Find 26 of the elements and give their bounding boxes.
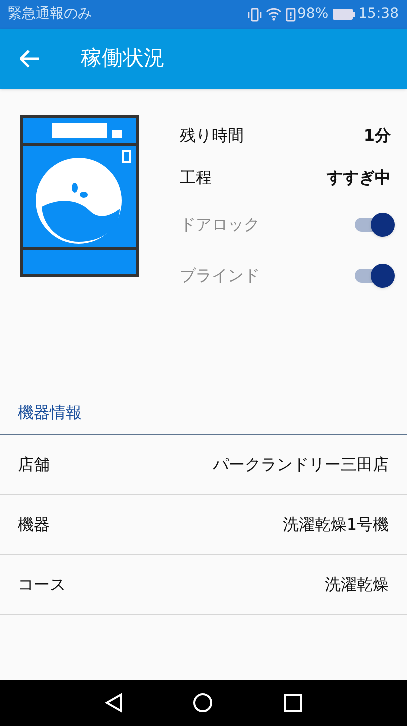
washing-machine-icon — [20, 115, 139, 277]
wifi-icon — [266, 8, 282, 21]
status-value: すすぎ中 — [327, 167, 391, 189]
info-value: 洗濯乾燥1号機 — [282, 514, 389, 536]
recents-nav-icon[interactable] — [284, 694, 302, 712]
battery-percent: 98% — [298, 5, 329, 24]
status-label: ブラインド — [180, 264, 260, 286]
status-value: 1分 — [364, 125, 391, 147]
info-value: 洗濯乾燥 — [325, 574, 389, 596]
screen-title: 稼働状況 — [81, 45, 165, 72]
vibrate-icon — [248, 8, 262, 22]
section-title: 機器情報 — [18, 402, 82, 424]
back-arrow-icon — [20, 50, 40, 68]
carrier-text: 緊急通報のみ — [8, 5, 92, 24]
info-label: 店舗 — [18, 454, 50, 476]
battery-alert-icon — [286, 8, 296, 22]
status-label: 残り時間 — [180, 125, 244, 147]
status-label: ドアロック — [180, 214, 260, 236]
back-nav-icon[interactable] — [105, 693, 124, 713]
battery-icon — [332, 9, 355, 20]
home-nav-icon[interactable] — [193, 693, 214, 713]
clock-text: 15:38 — [358, 5, 399, 24]
info-label: 機器 — [18, 514, 50, 536]
info-label: コース — [18, 574, 66, 596]
info-value: パークランドリー三田店 — [213, 454, 389, 476]
status-label: 工程 — [180, 167, 212, 189]
